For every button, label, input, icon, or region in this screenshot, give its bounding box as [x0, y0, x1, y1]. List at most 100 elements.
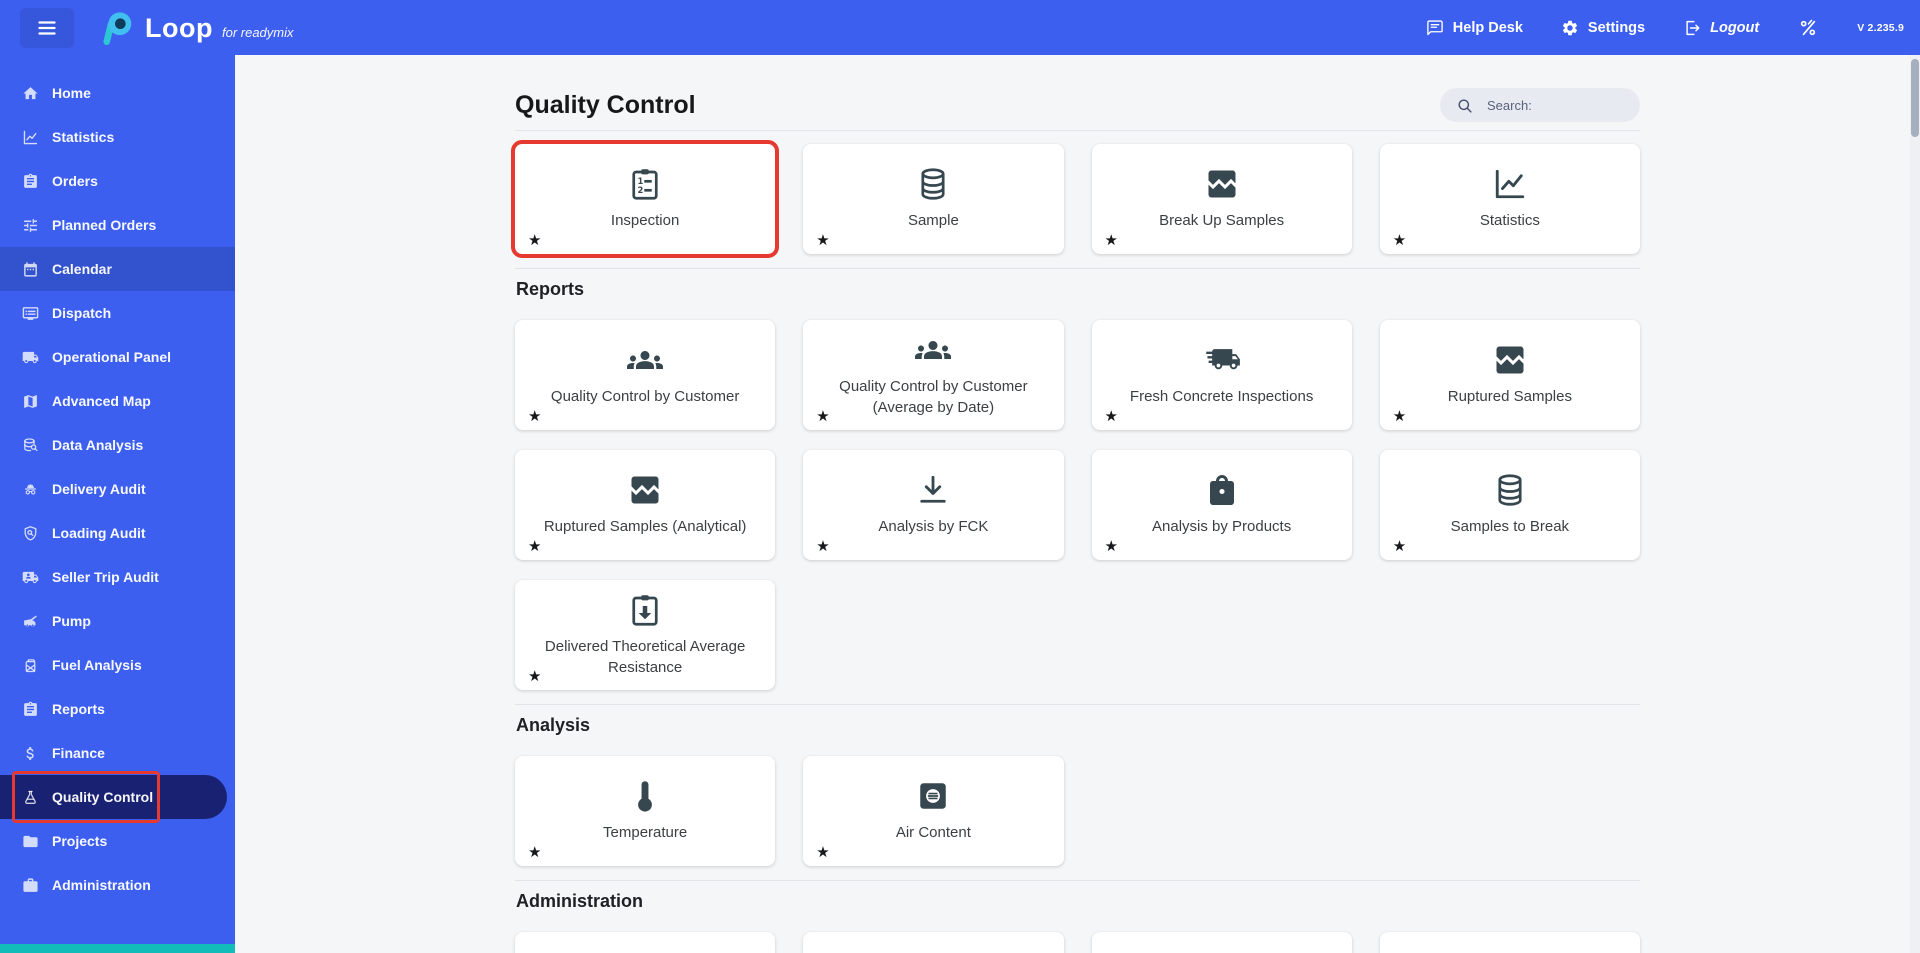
brand-tagline: for readymix	[221, 24, 294, 40]
sidebar-item-advanced-map[interactable]: Advanced Map	[0, 379, 235, 423]
section-divider	[515, 880, 1640, 881]
tile-label: Analysis by Products	[1152, 518, 1292, 536]
tile-ruptured-samples[interactable]: Ruptured Samples ★	[1379, 320, 1640, 430]
tile-label: Statistics	[1479, 212, 1540, 230]
line-chart-icon	[1492, 166, 1528, 202]
tile-quality-control-by-customer-average-by-date[interactable]: Quality Control by Customer (Average by …	[803, 320, 1064, 430]
tile-samples-to-break[interactable]: Samples to Break ★	[1379, 450, 1640, 560]
tile-label: Break Up Samples	[1159, 212, 1285, 230]
tile-delivered-theoretical-average-resistance[interactable]: Delivered Theoretical Average Resistance…	[515, 580, 776, 690]
tile-air-content[interactable]: Air Content ★	[803, 756, 1064, 866]
tile-statistics[interactable]: Statistics ★	[1379, 144, 1640, 254]
section-heading: Administration	[516, 891, 644, 911]
scrollbar[interactable]	[1910, 55, 1920, 953]
tile-inspection[interactable]: 1 2 Inspection ★	[511, 140, 780, 258]
sidebar-item-pump[interactable]: Pump	[0, 599, 235, 643]
sidebar: Home Statistics Orders Planned Orders Calend…	[0, 55, 235, 953]
truck-person-icon	[22, 569, 39, 586]
tile-label: Fresh Concrete Inspections	[1129, 388, 1314, 406]
sidebar-item-label: Reports	[52, 701, 105, 717]
loop-logo-icon	[103, 11, 132, 45]
favorite-star-icon[interactable]: ★	[1105, 537, 1118, 555]
tile-grid: Quality Control by Customer ★ Quality Cont…	[515, 320, 1640, 690]
top-header: Loop for readymix Help Desk Settings Log…	[0, 0, 1920, 55]
favorite-star-icon[interactable]: ★	[528, 843, 541, 861]
tile-grid: Temperature ★ Air Content ★	[515, 756, 1640, 866]
sidebar-item-fuel-analysis[interactable]: Fuel Analysis	[0, 643, 235, 687]
detective-icon	[22, 481, 39, 498]
sidebar-item-statistics[interactable]: Statistics	[0, 115, 235, 159]
sidebar-item-data-analysis[interactable]: Data Analysis	[0, 423, 235, 467]
tile-label: Analysis by FCK	[878, 518, 989, 536]
tile-fresh-concrete-inspections[interactable]: Fresh Concrete Inspections ★	[1091, 320, 1352, 430]
tile-label: Ruptured Samples (Analytical)	[543, 518, 747, 536]
favorite-star-icon[interactable]: ★	[528, 667, 541, 685]
broken-chart-icon	[1492, 342, 1528, 378]
favorite-star-icon[interactable]: ★	[1393, 231, 1406, 249]
favorite-star-icon[interactable]: ★	[816, 231, 829, 249]
sidebar-item-reports[interactable]: Reports	[0, 687, 235, 731]
flask-icon	[22, 789, 39, 806]
favorite-star-icon[interactable]: ★	[816, 407, 829, 425]
percent-icon[interactable]	[1797, 17, 1819, 39]
favorite-star-icon[interactable]: ★	[1393, 537, 1406, 555]
dollar-icon	[22, 745, 39, 762]
tile-clipped-4[interactable]	[1379, 932, 1640, 953]
favorite-star-icon[interactable]: ★	[1393, 407, 1406, 425]
tile-label: Inspection	[610, 212, 680, 230]
sidebar-item-operational-panel[interactable]: Operational Panel	[0, 335, 235, 379]
tile-clipped-1[interactable]	[515, 932, 776, 953]
tile-sample[interactable]: Sample ★	[803, 144, 1064, 254]
settings-button[interactable]: Settings	[1561, 19, 1645, 37]
help-desk-button[interactable]: Help Desk	[1426, 19, 1523, 37]
home-icon	[22, 85, 39, 102]
favorite-star-icon[interactable]: ★	[528, 407, 541, 425]
sidebar-item-delivery-audit[interactable]: Delivery Audit	[0, 467, 235, 511]
search-input[interactable]	[1485, 96, 1629, 114]
sidebar-item-seller-trip-audit[interactable]: Seller Trip Audit	[0, 555, 235, 599]
sidebar-item-administration[interactable]: Administration	[0, 863, 235, 907]
calendar-icon	[22, 261, 39, 278]
favorite-star-icon[interactable]: ★	[816, 537, 829, 555]
tile-label: Samples to Break	[1450, 518, 1570, 536]
section-divider	[515, 704, 1640, 705]
tile-grid	[515, 932, 1640, 953]
tile-label: Delivered Theoretical Average Resistance	[544, 638, 746, 676]
menu-button[interactable]	[20, 7, 74, 48]
settings-label: Settings	[1587, 19, 1646, 36]
sidebar-item-orders[interactable]: Orders	[0, 159, 235, 203]
sidebar-item-planned-orders[interactable]: Planned Orders	[0, 203, 235, 247]
tile-clipped-2[interactable]	[803, 932, 1064, 953]
sidebar-item-finance[interactable]: Finance	[0, 731, 235, 775]
shopping-bag-icon	[1204, 472, 1240, 508]
section-analysis: Analysis Temperature ★ Air Content ★	[515, 704, 1640, 866]
favorite-star-icon[interactable]: ★	[528, 537, 541, 555]
tile-label: Air Content	[895, 824, 971, 842]
tile-analysis-by-fck[interactable]: Analysis by FCK ★	[803, 450, 1064, 560]
sidebar-item-dispatch[interactable]: Dispatch	[0, 291, 235, 335]
favorite-star-icon[interactable]: ★	[816, 843, 829, 861]
tile-temperature[interactable]: Temperature ★	[515, 756, 776, 866]
search-box[interactable]	[1440, 88, 1640, 122]
tile-clipped-3[interactable]	[1091, 932, 1352, 953]
favorite-star-icon[interactable]: ★	[528, 231, 541, 249]
tile-label: Sample	[907, 212, 959, 230]
truck-icon	[22, 349, 39, 366]
broken-chart-icon	[1204, 166, 1240, 202]
tile-break-up-samples[interactable]: Break Up Samples ★	[1091, 144, 1352, 254]
favorite-star-icon[interactable]: ★	[1105, 407, 1118, 425]
tile-ruptured-samples-analytical[interactable]: Ruptured Samples (Analytical) ★	[515, 450, 776, 560]
sidebar-item-calendar[interactable]: Calendar	[0, 247, 235, 291]
scrollbar-thumb[interactable]	[1911, 59, 1919, 137]
tile-quality-control-by-customer[interactable]: Quality Control by Customer ★	[515, 320, 776, 430]
sidebar-item-home[interactable]: Home	[0, 71, 235, 115]
fuel-can-icon	[22, 657, 39, 674]
logout-button[interactable]: Logout	[1683, 19, 1759, 37]
sidebar-item-projects[interactable]: Projects	[0, 819, 235, 863]
sidebar-item-quality-control[interactable]: Quality Control	[0, 771, 227, 823]
favorite-star-icon[interactable]: ★	[1105, 231, 1118, 249]
brand-logo: Loop for readymix	[98, 9, 294, 47]
tile-analysis-by-products[interactable]: Analysis by Products ★	[1091, 450, 1352, 560]
monitor-icon	[22, 305, 39, 322]
sidebar-item-loading-audit[interactable]: Loading Audit	[0, 511, 235, 555]
